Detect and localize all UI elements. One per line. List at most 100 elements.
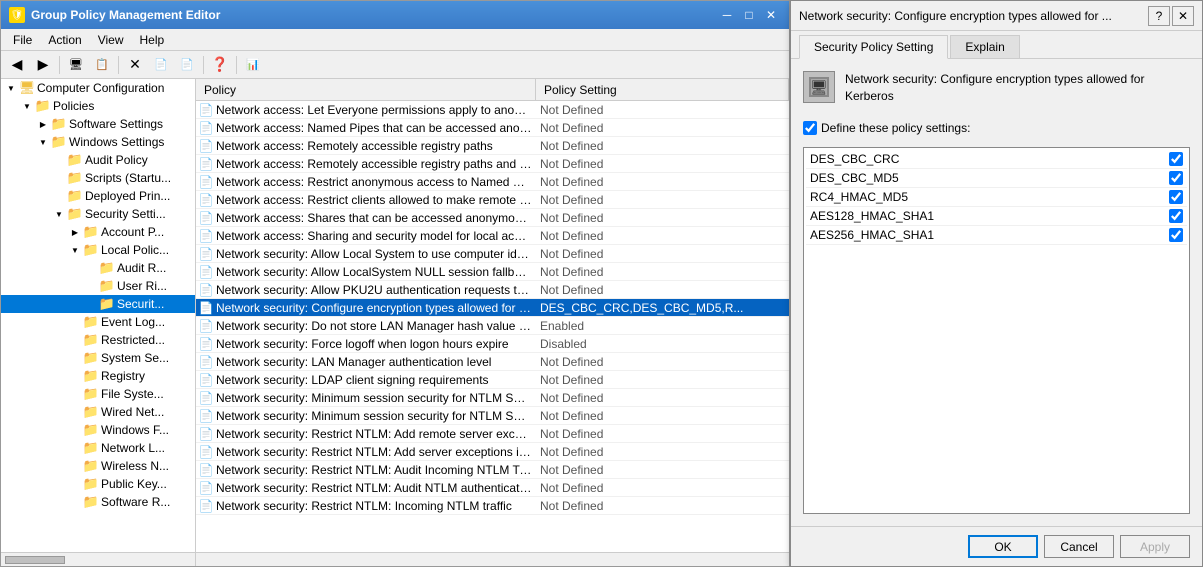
list-row[interactable]: 📄 Network security: Restrict NTLM: Audit… — [196, 461, 789, 479]
tree-item-scripts[interactable]: 📁 Scripts (Startu... — [1, 169, 195, 187]
delete-button[interactable]: ✕ — [123, 54, 147, 76]
define-checkbox[interactable] — [803, 121, 817, 135]
list-row[interactable]: 📄 Network security: Configure encryption… — [196, 299, 789, 317]
tree-item-windows-firewall[interactable]: 📁 Windows F... — [1, 421, 195, 439]
tree-item-wireless-n[interactable]: 📁 Wireless N... — [1, 457, 195, 475]
row-icon-9: 📄 — [196, 263, 216, 281]
h-scroll-left[interactable] — [1, 553, 196, 566]
list-row[interactable]: 📄 Network access: Let Everyone permissio… — [196, 101, 789, 119]
setting-cell-14: Not Defined — [536, 355, 789, 369]
list-body[interactable]: 📄 Network access: Let Everyone permissio… — [196, 101, 789, 552]
enc-checkbox-2[interactable] — [1169, 190, 1183, 204]
menu-help[interactable]: Help — [132, 31, 173, 49]
view-button[interactable]: 📊 — [241, 54, 265, 76]
tree-item-local-policy[interactable]: ▼ 📁 Local Polic... — [1, 241, 195, 259]
list-row[interactable]: 📄 Network access: Named Pipes that can b… — [196, 119, 789, 137]
menu-file[interactable]: File — [5, 31, 40, 49]
window-controls: ─ □ ✕ — [717, 6, 781, 24]
tree-item-registry[interactable]: 📁 Registry — [1, 367, 195, 385]
dialog-help-button[interactable]: ? — [1148, 6, 1170, 26]
list-row[interactable]: 📄 Network security: Allow Local System t… — [196, 245, 789, 263]
maximize-button[interactable]: □ — [739, 6, 759, 24]
tree-item-deployed-printers[interactable]: 📁 Deployed Prin... — [1, 187, 195, 205]
tree-item-security-settings[interactable]: ▼ 📁 Security Setti... — [1, 205, 195, 223]
forward-button[interactable]: ▶ — [31, 54, 55, 76]
tab-security-policy[interactable]: Security Policy Setting — [799, 35, 948, 59]
tree-scroll[interactable]: ▼ 🖥 Computer Configuration ▼ 📁 Policies … — [1, 79, 195, 552]
tree-label-policies: Policies — [53, 99, 94, 113]
tree-item-system-se[interactable]: 📁 System Se... — [1, 349, 195, 367]
list-row[interactable]: 📄 Network security: Do not store LAN Man… — [196, 317, 789, 335]
tree-item-restricted[interactable]: 📁 Restricted... — [1, 331, 195, 349]
list-row[interactable]: 📄 Network security: Minimum session secu… — [196, 389, 789, 407]
back-button[interactable]: ◀ — [5, 54, 29, 76]
properties2-button[interactable]: 📄 — [175, 54, 199, 76]
list-row[interactable]: 📄 Network access: Restrict anonymous acc… — [196, 173, 789, 191]
ok-button[interactable]: OK — [968, 535, 1038, 558]
expander-windows-firewall — [67, 422, 83, 438]
tree-item-wired-net[interactable]: 📁 Wired Net... — [1, 403, 195, 421]
tree-item-software-settings[interactable]: ▶ 📁 Software Settings — [1, 115, 195, 133]
row-icon-8: 📄 — [196, 245, 216, 263]
close-button[interactable]: ✕ — [761, 6, 781, 24]
folder-icon-security: 📁 — [99, 296, 115, 312]
h-scroll-thumb[interactable] — [5, 556, 65, 564]
tree-item-policies[interactable]: ▼ 📁 Policies — [1, 97, 195, 115]
setting-cell-20: Not Defined — [536, 463, 789, 477]
tree-item-software-r[interactable]: 📁 Software R... — [1, 493, 195, 511]
list-row[interactable]: 📄 Network security: Allow LocalSystem NU… — [196, 263, 789, 281]
cancel-button[interactable]: Cancel — [1044, 535, 1114, 558]
tree-item-user-r[interactable]: 📁 User Ri... — [1, 277, 195, 295]
list-row[interactable]: 📄 Network security: LDAP client signing … — [196, 371, 789, 389]
tree-item-file-system[interactable]: 📁 File Syste... — [1, 385, 195, 403]
apply-button[interactable]: Apply — [1120, 535, 1190, 558]
list-row[interactable]: 📄 Network security: Allow PKU2U authenti… — [196, 281, 789, 299]
tree-item-audit-policy[interactable]: 📁 Audit Policy — [1, 151, 195, 169]
tree-label-software-r: Software R... — [101, 495, 170, 509]
tree-item-audit-r[interactable]: 📁 Audit R... — [1, 259, 195, 277]
tab-explain[interactable]: Explain — [950, 35, 1019, 58]
row-icon-18: 📄 — [196, 425, 216, 443]
enc-checkbox-4[interactable] — [1169, 228, 1183, 242]
row-icon-22: 📄 — [196, 497, 216, 515]
list-row[interactable]: 📄 Network security: Force logoff when lo… — [196, 335, 789, 353]
row-icon-4: 📄 — [196, 173, 216, 191]
list-row[interactable]: 📄 Network security: Restrict NTLM: Audit… — [196, 479, 789, 497]
minimize-button[interactable]: ─ — [717, 6, 737, 24]
list-row[interactable]: 📄 Network access: Shares that can be acc… — [196, 209, 789, 227]
content-area: ▼ 🖥 Computer Configuration ▼ 📁 Policies … — [1, 79, 789, 552]
properties-button[interactable]: 📄 — [149, 54, 173, 76]
list-row[interactable]: 📄 Network security: Restrict NTLM: Add s… — [196, 443, 789, 461]
enc-checkbox-0[interactable] — [1169, 152, 1183, 166]
list-row[interactable]: 📄 Network security: Restrict NTLM: Incom… — [196, 497, 789, 515]
list-row[interactable]: 📄 Network access: Remotely accessible re… — [196, 137, 789, 155]
tree-item-security[interactable]: 📁 Securit... — [1, 295, 195, 313]
dialog-close-button[interactable]: ✕ — [1172, 6, 1194, 26]
list-row[interactable]: 📄 Network security: Minimum session secu… — [196, 407, 789, 425]
show-hide-button[interactable]: 🖥 — [64, 54, 88, 76]
tree-label-wireless-n: Wireless N... — [101, 459, 169, 473]
menu-view[interactable]: View — [90, 31, 132, 49]
tree-item-public-key[interactable]: 📁 Public Key... — [1, 475, 195, 493]
col-header-setting[interactable]: Policy Setting — [536, 79, 789, 100]
help-button[interactable]: ❓ — [208, 54, 232, 76]
tree-item-computer-config[interactable]: ▼ 🖥 Computer Configuration — [1, 79, 195, 97]
list-row[interactable]: 📄 Network access: Remotely accessible re… — [196, 155, 789, 173]
expander-security-settings: ▼ — [51, 206, 67, 222]
list-row[interactable]: 📄 Network security: Restrict NTLM: Add r… — [196, 425, 789, 443]
list-row[interactable]: 📄 Network access: Sharing and security m… — [196, 227, 789, 245]
list-row[interactable]: 📄 Network access: Restrict clients allow… — [196, 191, 789, 209]
list-row[interactable]: 📄 Network security: LAN Manager authenti… — [196, 353, 789, 371]
tree-item-network-list[interactable]: 📁 Network L... — [1, 439, 195, 457]
tree-item-account-policy[interactable]: ▶ 📁 Account P... — [1, 223, 195, 241]
define-checkbox-label[interactable]: Define these policy settings: — [821, 121, 970, 135]
tree-item-event-log[interactable]: 📁 Event Log... — [1, 313, 195, 331]
tree-item-windows-settings[interactable]: ▼ 📁 Windows Settings — [1, 133, 195, 151]
new-window-button[interactable]: 📋 — [90, 54, 114, 76]
col-header-policy[interactable]: Policy — [196, 79, 536, 100]
folder-icon-audit-r: 📁 — [99, 260, 115, 276]
menu-action[interactable]: Action — [40, 31, 89, 49]
encryption-list[interactable]: DES_CBC_CRC DES_CBC_MD5 RC4_HMAC_MD5 AES… — [803, 147, 1190, 514]
enc-checkbox-3[interactable] — [1169, 209, 1183, 223]
enc-checkbox-1[interactable] — [1169, 171, 1183, 185]
